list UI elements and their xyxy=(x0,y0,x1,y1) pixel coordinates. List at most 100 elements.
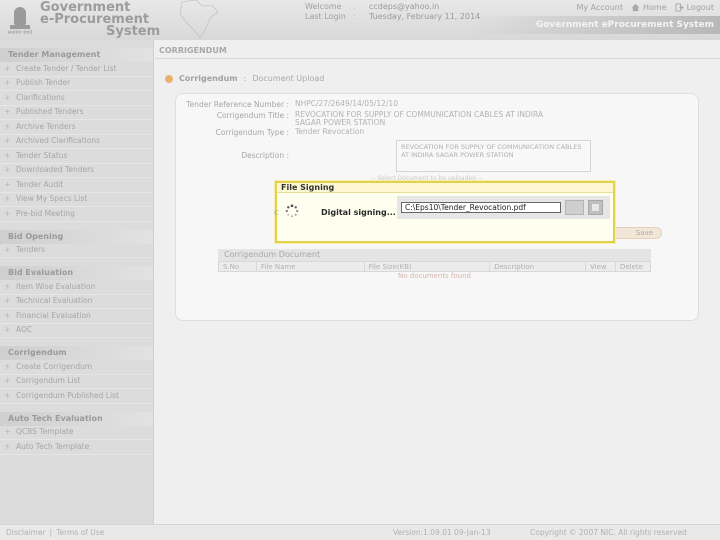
brand-title: Government e-Procurement System xyxy=(40,1,160,38)
sidebar-item[interactable]: + Pre-bid Meeting xyxy=(0,207,153,222)
last-login-value: Tuesday, February 11, 2014 xyxy=(369,12,481,21)
sidebar-item[interactable]: + Published Tenders xyxy=(0,106,153,120)
app-header: सत्यमेव जयते Government e-Procurement Sy… xyxy=(0,0,720,40)
file-signing-dialog: File Signing C Digital signing... P C:\E… xyxy=(274,181,615,243)
main-content: CORRIGENDUM Corrigendum : Document Uploa… xyxy=(155,40,720,524)
copyright-text: Copyright © 2007 NIC. All rights reserve… xyxy=(530,528,687,537)
browse-button[interactable] xyxy=(565,200,584,215)
loading-spinner-icon xyxy=(285,204,299,218)
sidebar-item[interactable]: + Tenders xyxy=(0,244,153,258)
sidebar-item[interactable]: + Create Tender / Tender List xyxy=(0,62,153,77)
sidebar-item-label: Tenders xyxy=(16,245,46,255)
col-delete: Delete xyxy=(614,261,652,272)
sidebar-item[interactable]: + Archived Clarifications xyxy=(0,135,153,149)
description-textarea[interactable]: REVOCATION FOR SUPPLY OF COMMUNICATION C… xyxy=(396,140,591,172)
expand-icon: + xyxy=(4,78,11,88)
sidebar-item-label: Financial Evaluation xyxy=(16,310,91,320)
sidebar-item[interactable]: + QCBS Template xyxy=(0,426,153,440)
sidebar-item[interactable]: + Downloaded Tenders xyxy=(0,164,153,178)
sidebar-item[interactable]: + Tender Status xyxy=(0,149,153,164)
india-map-icon xyxy=(179,0,219,39)
terms-link[interactable]: Terms of Use xyxy=(56,528,104,537)
sidebar-item-label: Item Wise Evaluation xyxy=(16,281,96,291)
expand-icon: + xyxy=(4,310,11,320)
expand-icon: + xyxy=(4,441,11,451)
sidebar-item-label: Published Tenders xyxy=(16,107,84,117)
version-text: Version:1.09.01 09-Jan-13 xyxy=(393,528,491,537)
sidebar-item-label: Clarifications xyxy=(16,92,65,102)
col-description: Description xyxy=(489,261,587,272)
sidebar-item[interactable]: + Create Corrigendum xyxy=(0,360,153,375)
my-account-link[interactable]: My Account xyxy=(577,3,623,12)
sidebar-item-label: Corrigendum List xyxy=(16,376,81,386)
col-sno: S.No xyxy=(218,261,257,272)
dialog-side-char: C xyxy=(274,209,279,217)
expand-icon: + xyxy=(4,150,11,160)
sidebar-item-label: View My Specs List xyxy=(16,194,88,204)
signing-status: Digital signing... P xyxy=(321,208,405,217)
sidebar-item-label: AOC xyxy=(16,325,33,335)
corr-type-value: Tender Revocation xyxy=(295,127,365,136)
sidebar-item-label: Tender Status xyxy=(16,150,68,160)
sidebar-item[interactable]: + Tender Audit xyxy=(0,178,153,193)
sidebar-menu: Tender Management + Create Tender / Tender… xyxy=(0,40,154,524)
disclaimer-link[interactable]: Disclaimer xyxy=(6,528,46,537)
sidebar-item-label: Publish Tender xyxy=(16,78,71,88)
sidebar-item[interactable]: + View My Specs List xyxy=(0,193,153,207)
home-icon xyxy=(631,3,640,12)
expand-icon: + xyxy=(4,179,11,189)
expand-icon: + xyxy=(4,92,11,102)
sidebar-section-heading: Bid Evaluation xyxy=(0,266,153,280)
expand-icon: + xyxy=(4,63,11,73)
expand-icon: + xyxy=(4,121,11,131)
dialog-title: File Signing xyxy=(277,183,613,193)
corr-title-row: Corrigendum Title : REVOCATION FOR SUPPL… xyxy=(186,111,555,127)
documents-table: S.No File Name File Size(KB) Description… xyxy=(218,261,652,281)
file-path-input[interactable]: C:\Eps10\Tender_Revocation.pdf xyxy=(401,202,561,213)
home-link[interactable]: Home xyxy=(631,3,667,12)
logout-icon xyxy=(675,3,684,12)
description-label: Description : xyxy=(241,151,289,160)
app-footer: Disclaimer | Terms of Use Version:1.09.0… xyxy=(0,524,720,540)
sidebar-item[interactable]: + Publish Tender xyxy=(0,77,153,91)
sidebar-item[interactable]: + Auto Tech Template xyxy=(0,440,153,455)
page-title: CORRIGENDUM xyxy=(159,46,227,55)
file-picker: C:\Eps10\Tender_Revocation.pdf xyxy=(397,196,610,219)
sidebar-item-label: Auto Tech Template xyxy=(16,441,90,451)
sidebar-item-label: Create Corrigendum xyxy=(16,361,93,371)
sidebar-item[interactable]: + Archive Tenders xyxy=(0,120,153,135)
sidebar-item[interactable]: + AOC xyxy=(0,324,153,338)
expand-icon: + xyxy=(4,136,11,146)
sidebar-item[interactable]: + Corrigendum Published List xyxy=(0,389,153,404)
corr-type-label: Corrigendum Type : xyxy=(215,128,289,137)
expand-icon: + xyxy=(4,390,11,400)
breadcrumb: Corrigendum : Document Upload xyxy=(165,74,324,83)
welcome-value: ccdeps@yahoo.in xyxy=(369,2,440,11)
documents-heading: Corrigendum Document xyxy=(218,249,651,261)
tender-ref-label: Tender Reference Number : xyxy=(186,100,289,109)
breadcrumb-corrigendum[interactable]: Corrigendum xyxy=(179,74,238,83)
expand-icon: + xyxy=(4,376,11,386)
sidebar-item[interactable]: + Technical Evaluation xyxy=(0,295,153,309)
sidebar-item[interactable]: + Financial Evaluation xyxy=(0,309,153,324)
sidebar-item-label: QCBS Template xyxy=(16,427,74,437)
sidebar-item[interactable]: + Corrigendum List xyxy=(0,375,153,389)
corr-title-value: REVOCATION FOR SUPPLY OF COMMUNICATION C… xyxy=(295,110,543,127)
expand-icon: + xyxy=(4,245,11,255)
sidebar-item-label: Technical Evaluation xyxy=(16,296,93,306)
clear-button[interactable] xyxy=(588,200,603,215)
sidebar-section-heading: Tender Management xyxy=(0,48,153,62)
sidebar-section-heading: Corrigendum xyxy=(0,346,153,360)
corr-type-row: Corrigendum Type : Tender Revocation xyxy=(186,127,365,138)
sidebar-item-label: Archived Clarifications xyxy=(16,136,101,146)
sidebar-item[interactable]: + Item Wise Evaluation xyxy=(0,280,153,295)
logout-link[interactable]: Logout xyxy=(675,3,714,12)
expand-icon: + xyxy=(4,107,11,117)
national-emblem-logo: सत्यमेव जयते xyxy=(6,3,34,37)
expand-icon: + xyxy=(4,325,11,335)
sidebar-item[interactable]: + Clarifications xyxy=(0,91,153,106)
description-row: Description : xyxy=(186,151,295,160)
col-file-size: File Size(KB) xyxy=(363,261,491,272)
breadcrumb-separator: : xyxy=(243,74,247,83)
arrow-icon xyxy=(165,74,173,83)
